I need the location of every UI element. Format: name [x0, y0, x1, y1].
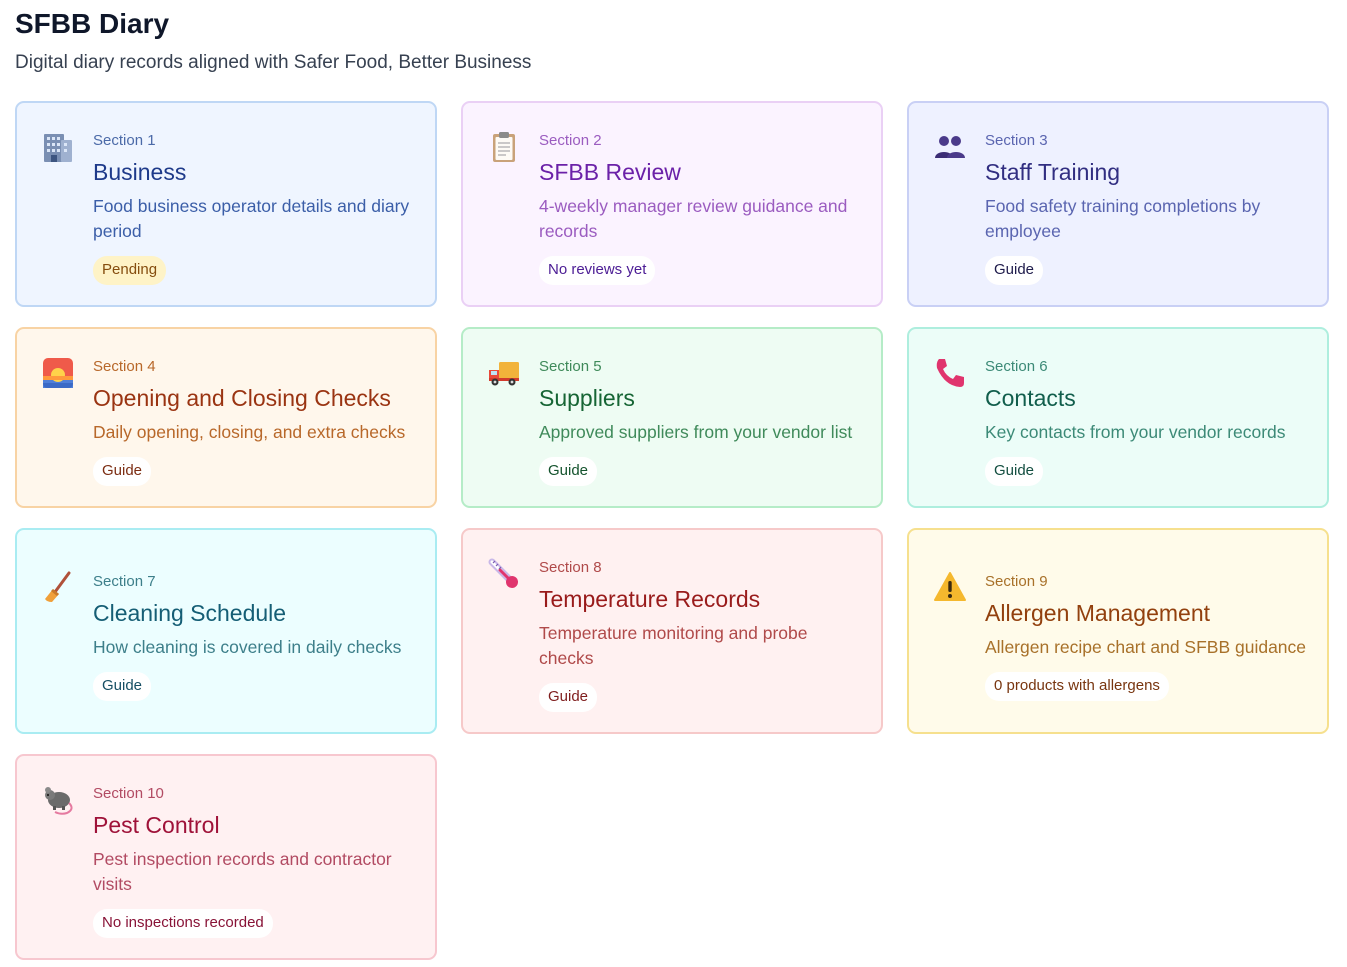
- status-badge: Guide: [985, 256, 1044, 285]
- card-description: How cleaning is covered in daily checks: [93, 637, 402, 657]
- status-badge: Guide: [93, 457, 152, 486]
- section-number: Section 5: [539, 358, 602, 375]
- section-card-cleaning-schedule[interactable]: Section 7 Cleaning Schedule How cleaning…: [15, 528, 437, 734]
- card-content: Section 10 Pest Control Pest inspection …: [93, 785, 417, 938]
- section-number: Section 1: [93, 132, 156, 149]
- section-number: Section 6: [985, 358, 1048, 375]
- card-content: Section 2 SFBB Review 4-weekly manager r…: [539, 132, 863, 285]
- card-content: Section 3 Staff Training Food safety tra…: [985, 132, 1309, 285]
- status-badge: 0 products with allergens: [985, 672, 1169, 701]
- section-number: Section 2: [539, 132, 602, 149]
- section-number: Section 7: [93, 573, 156, 590]
- rat-icon: [41, 783, 75, 817]
- section-number: Section 10: [93, 785, 164, 802]
- status-badge: Guide: [539, 457, 598, 486]
- card-title: Staff Training: [985, 159, 1121, 185]
- section-card-contacts[interactable]: Section 6 Contacts Key contacts from you…: [907, 327, 1329, 508]
- page-title: SFBB Diary: [15, 8, 170, 39]
- status-badge: Guide: [985, 457, 1044, 486]
- card-description: Pest inspection records and contractor v…: [93, 849, 392, 894]
- card-title: Cleaning Schedule: [93, 600, 287, 626]
- people-icon: [933, 130, 967, 164]
- card-content: Section 4 Opening and Closing Checks Dai…: [93, 358, 417, 486]
- delivery-truck-icon: [487, 356, 521, 390]
- status-badge: No inspections recorded: [93, 909, 273, 938]
- card-content: Section 8 Temperature Records Temperatur…: [539, 559, 863, 712]
- thermometer-icon: [487, 557, 521, 591]
- sunrise-icon: [41, 356, 75, 390]
- card-description: Food business operator details and diary…: [93, 196, 410, 241]
- card-description: Key contacts from your vendor records: [985, 422, 1286, 442]
- section-number: Section 4: [93, 358, 156, 375]
- status-badge: Guide: [93, 672, 152, 701]
- status-badge: Pending: [93, 256, 167, 285]
- office-building-icon: [41, 130, 75, 164]
- card-content: Section 7 Cleaning Schedule How cleaning…: [93, 573, 417, 701]
- card-title: Pest Control: [93, 812, 220, 838]
- card-title: SFBB Review: [539, 159, 681, 185]
- section-card-temperature-records[interactable]: Section 8 Temperature Records Temperatur…: [461, 528, 883, 734]
- card-title: Temperature Records: [539, 586, 761, 612]
- card-description: Temperature monitoring and probe checks: [539, 623, 808, 668]
- section-number: Section 8: [539, 559, 602, 576]
- card-content: Section 9 Allergen Management Allergen r…: [985, 573, 1309, 701]
- card-content: Section 6 Contacts Key contacts from you…: [985, 358, 1309, 486]
- card-title: Suppliers: [539, 385, 635, 411]
- warning-icon: [933, 570, 967, 604]
- page-subtitle: Digital diary records aligned with Safer…: [15, 52, 532, 73]
- section-card-staff-training[interactable]: Section 3 Staff Training Food safety tra…: [907, 101, 1329, 307]
- section-card-allergen-management[interactable]: Section 9 Allergen Management Allergen r…: [907, 528, 1329, 734]
- card-description: Allergen recipe chart and SFBB guidance: [985, 637, 1307, 657]
- card-title: Allergen Management: [985, 600, 1211, 626]
- section-card-suppliers[interactable]: Section 5 Suppliers Approved suppliers f…: [461, 327, 883, 508]
- section-card-business[interactable]: Section 1 Business Food business operato…: [15, 101, 437, 307]
- sfbb-diary-page: SFBB Diary Digital diary records aligned…: [15, 0, 1333, 960]
- card-description: 4-weekly manager review guidance and rec…: [539, 196, 848, 241]
- section-card-pest-control[interactable]: Section 10 Pest Control Pest inspection …: [15, 754, 437, 960]
- section-card-sfbb-review[interactable]: Section 2 SFBB Review 4-weekly manager r…: [461, 101, 883, 307]
- broom-icon: [41, 570, 75, 604]
- section-number: Section 3: [985, 132, 1048, 149]
- section-card-opening-closing-checks[interactable]: Section 4 Opening and Closing Checks Dai…: [15, 327, 437, 508]
- section-number: Section 9: [985, 573, 1048, 590]
- clipboard-icon: [487, 130, 521, 164]
- telephone-receiver-icon: [933, 356, 967, 390]
- card-description: Food safety training completions by empl…: [985, 196, 1261, 241]
- card-title: Opening and Closing Checks: [93, 385, 391, 411]
- status-badge: No reviews yet: [539, 256, 656, 285]
- card-title: Contacts: [985, 385, 1076, 411]
- card-content: Section 1 Business Food business operato…: [93, 132, 417, 285]
- card-description: Daily opening, closing, and extra checks: [93, 422, 406, 442]
- card-description: Approved suppliers from your vendor list: [539, 422, 853, 442]
- status-badge: Guide: [539, 683, 598, 712]
- card-title: Business: [93, 159, 187, 185]
- card-content: Section 5 Suppliers Approved suppliers f…: [539, 358, 863, 486]
